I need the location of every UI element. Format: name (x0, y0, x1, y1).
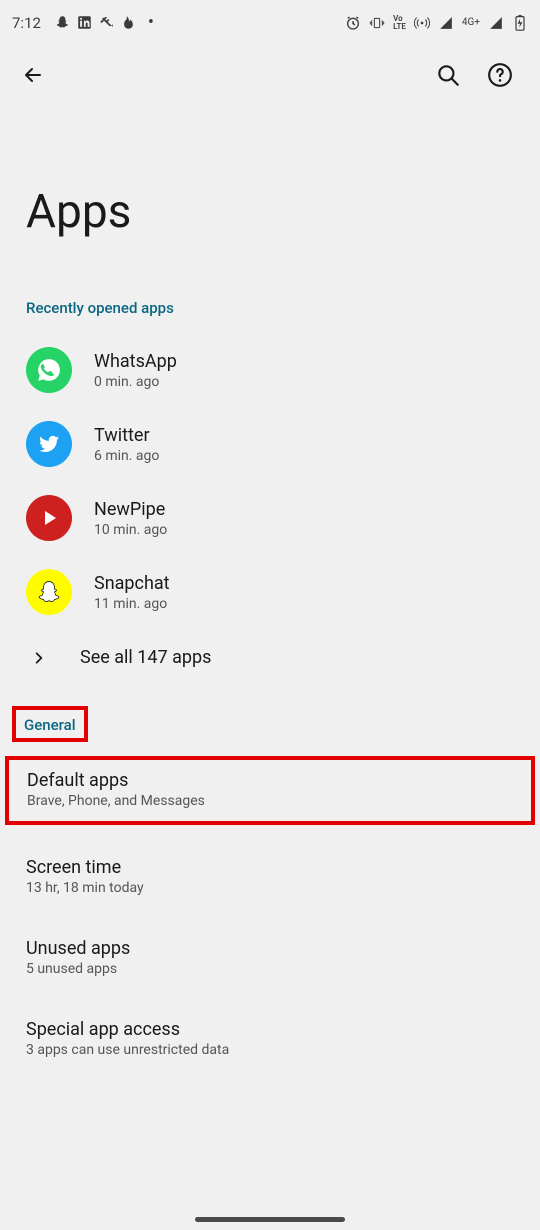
tools-notification-icon (99, 15, 115, 31)
app-item-whatsapp[interactable]: WhatsApp 0 min. ago (0, 333, 540, 407)
volte-icon: VoLTE (393, 15, 406, 31)
newpipe-icon (26, 495, 72, 541)
see-all-label: See all 147 apps (80, 647, 211, 668)
search-button[interactable] (426, 53, 470, 97)
back-arrow-icon (21, 63, 45, 87)
special-app-access-item[interactable]: Special app access 3 apps can use unrest… (0, 1003, 540, 1074)
app-meta: 6 min. ago (94, 448, 159, 464)
signal-icon-1 (438, 15, 454, 31)
default-apps-item[interactable]: Default apps Brave, Phone, and Messages (5, 756, 535, 825)
status-left: 7:12 • (12, 14, 159, 32)
alarm-icon (345, 15, 361, 31)
app-item-newpipe[interactable]: NewPipe 10 min. ago (0, 481, 540, 555)
linkedin-notification-icon (77, 15, 93, 31)
app-meta: 0 min. ago (94, 374, 177, 390)
item-subtitle: Brave, Phone, and Messages (27, 793, 513, 809)
hotspot-icon (414, 15, 430, 31)
app-name: WhatsApp (94, 351, 177, 372)
page-title: Apps (0, 105, 540, 299)
unused-apps-item[interactable]: Unused apps 5 unused apps (0, 922, 540, 993)
snapchat-icon (26, 569, 72, 615)
tinder-notification-icon (121, 15, 137, 31)
recent-apps-label: Recently opened apps (0, 299, 540, 333)
item-subtitle: 3 apps can use unrestricted data (26, 1042, 514, 1058)
app-name: NewPipe (94, 499, 167, 520)
help-button[interactable] (478, 53, 522, 97)
nav-handle[interactable] (195, 1217, 345, 1222)
app-meta: 11 min. ago (94, 596, 170, 612)
twitter-icon (26, 421, 72, 467)
see-all-apps[interactable]: See all 147 apps (0, 629, 540, 686)
item-subtitle: 5 unused apps (26, 961, 514, 977)
app-item-twitter[interactable]: Twitter 6 min. ago (0, 407, 540, 481)
item-title: Unused apps (26, 938, 514, 959)
search-icon (435, 62, 461, 88)
general-section-label: General (24, 716, 76, 734)
app-name: Twitter (94, 425, 159, 446)
item-subtitle: 13 hr, 18 min today (26, 880, 514, 896)
item-title: Default apps (27, 770, 513, 791)
signal-icon-2 (488, 15, 504, 31)
vibrate-icon (369, 15, 385, 31)
status-bar: 7:12 • VoLTE (0, 0, 540, 45)
app-item-snapchat[interactable]: Snapchat 11 min. ago (0, 555, 540, 629)
item-title: Screen time (26, 857, 514, 878)
whatsapp-icon (26, 347, 72, 393)
status-right: VoLTE 4G+ (345, 15, 528, 31)
chevron-right-icon (26, 651, 72, 665)
snapchat-notification-icon (55, 15, 71, 31)
screen-time-item[interactable]: Screen time 13 hr, 18 min today (0, 841, 540, 912)
status-time: 7:12 (12, 14, 41, 32)
network-label: 4G+ (462, 17, 480, 28)
help-icon (487, 62, 513, 88)
more-notification-icon: • (143, 15, 159, 31)
app-name: Snapchat (94, 573, 170, 594)
back-button[interactable] (18, 60, 48, 90)
item-title: Special app access (26, 1019, 514, 1040)
highlight-general-label: General (12, 706, 88, 742)
app-meta: 10 min. ago (94, 522, 167, 538)
app-header (0, 45, 540, 105)
battery-icon (512, 15, 528, 31)
